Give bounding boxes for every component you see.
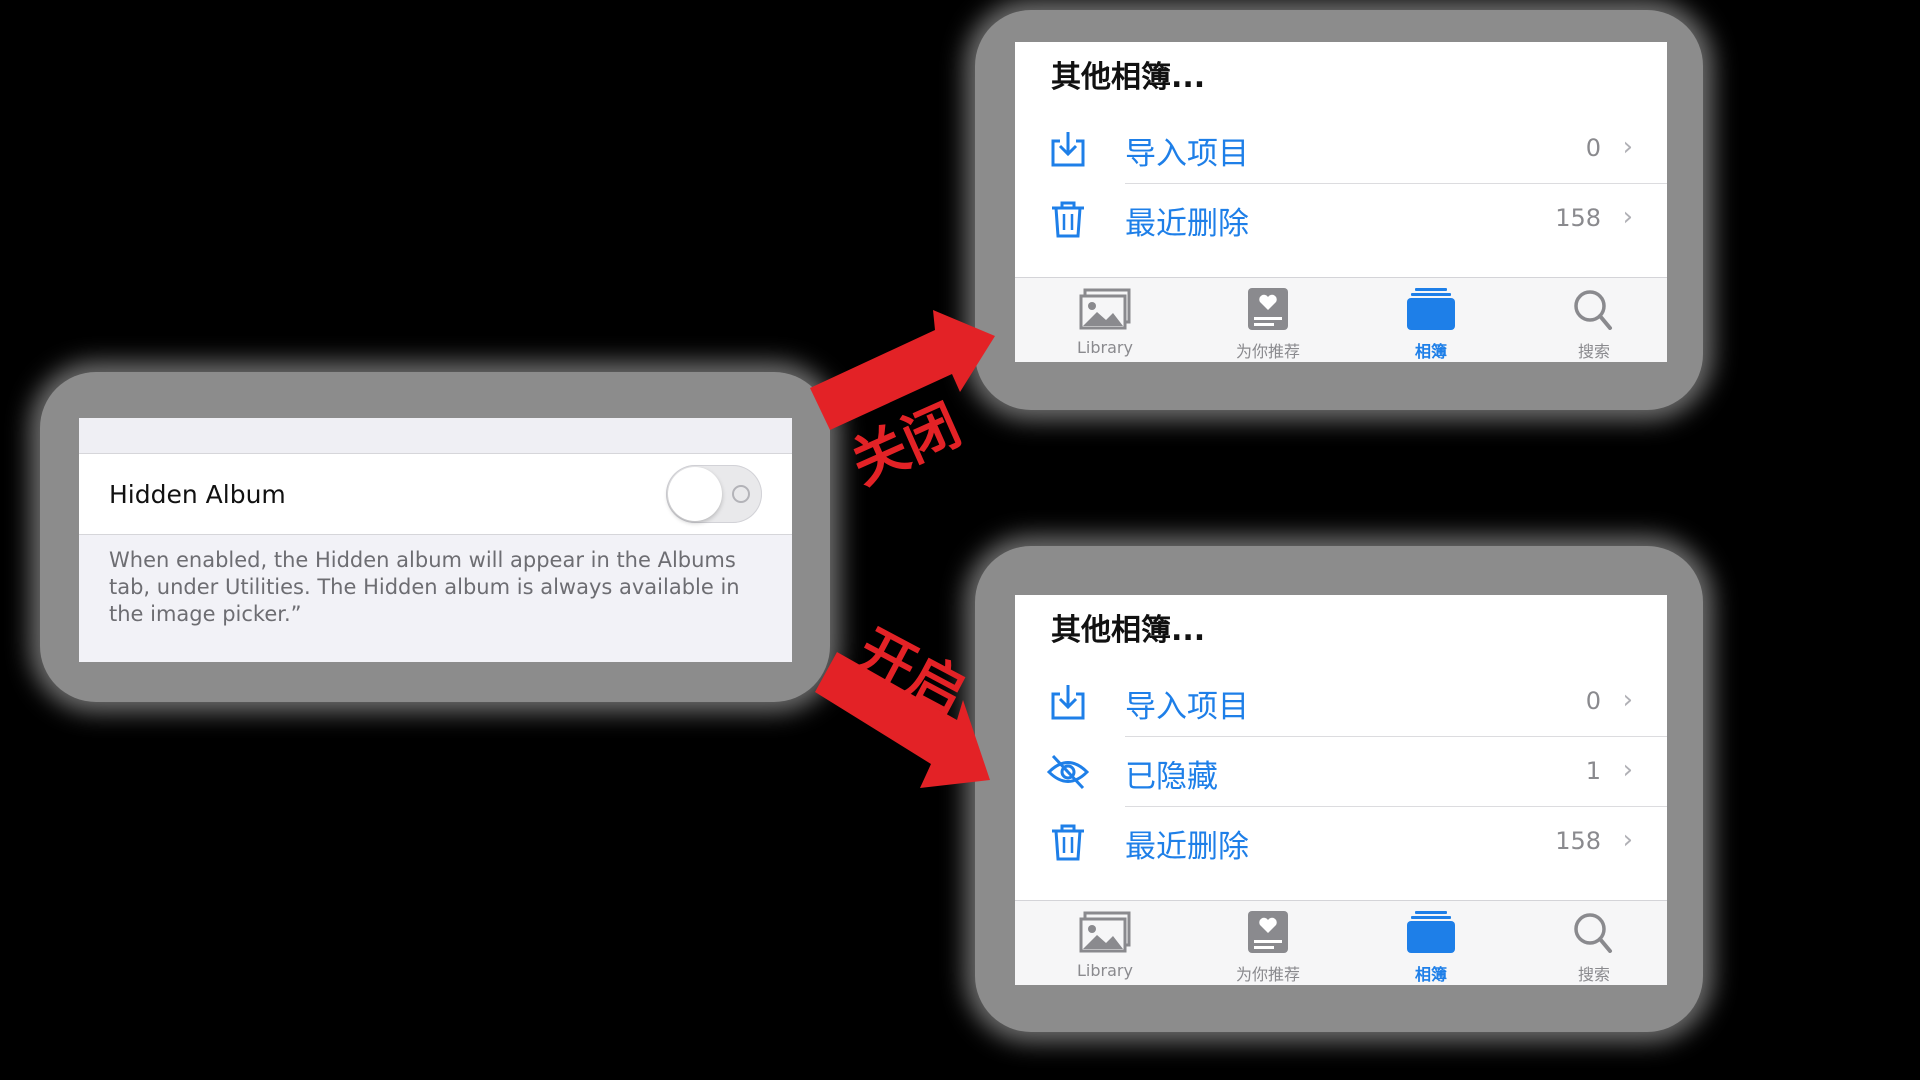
- tab-search[interactable]: 搜索: [1519, 901, 1667, 985]
- album-item-recently-deleted[interactable]: 最近删除 158 ›: [1015, 807, 1667, 877]
- albums-icon: [1407, 911, 1455, 953]
- photos-panel-hidden-off: 其他相簿... 导入项目 0 › 最近删除 158 › Library 为你推荐…: [1015, 42, 1667, 362]
- album-item-label: 最近删除: [1125, 206, 1249, 242]
- tab-label: Library: [1077, 338, 1133, 357]
- tab-label: 为你推荐: [1235, 342, 1300, 361]
- other-albums-title: 其他相簿...: [1051, 613, 1206, 648]
- tab-bar: Library 为你推荐 相簿 搜索: [1015, 277, 1667, 362]
- album-item-count: 158: [1555, 204, 1601, 232]
- search-icon: [1574, 913, 1612, 953]
- settings-panel: Hidden Album When enabled, the Hidden al…: [79, 418, 792, 662]
- tab-for-you[interactable]: 为你推荐: [1193, 901, 1343, 985]
- tab-label: 相簿: [1414, 965, 1447, 984]
- albums-icon: [1407, 288, 1455, 330]
- chevron-right-icon: ›: [1622, 685, 1633, 715]
- for-you-icon: [1248, 288, 1288, 330]
- other-albums-title: 其他相簿...: [1051, 60, 1206, 95]
- tab-search[interactable]: 搜索: [1519, 278, 1667, 362]
- tab-bar: Library 为你推荐 相簿 搜索: [1015, 900, 1667, 985]
- tab-label: 为你推荐: [1235, 965, 1300, 984]
- chevron-right-icon: ›: [1622, 132, 1633, 162]
- for-you-icon: [1248, 911, 1288, 953]
- album-item-count: 158: [1555, 827, 1601, 855]
- hidden-album-toggle[interactable]: [666, 465, 762, 523]
- tab-library[interactable]: Library: [1030, 278, 1180, 362]
- album-item-count: 0: [1585, 134, 1601, 162]
- trash-icon: [1052, 824, 1084, 861]
- toggle-off-indicator-icon: [732, 485, 750, 503]
- album-item-count: 1: [1585, 757, 1601, 785]
- tab-albums[interactable]: 相簿: [1356, 901, 1506, 985]
- trash-icon: [1052, 201, 1084, 238]
- settings-top-gap: [79, 418, 792, 454]
- hidden-album-footer-text: When enabled, the Hidden album will appe…: [109, 548, 740, 626]
- search-icon: [1574, 290, 1612, 330]
- album-item-label: 已隐藏: [1125, 759, 1218, 795]
- toggle-knob: [668, 467, 722, 521]
- album-item-count: 0: [1585, 687, 1601, 715]
- library-icon: [1079, 288, 1131, 330]
- photos-panel-hidden-on: 其他相簿... 导入项目 0 › 已隐藏 1 › 最近删除 158 › Libr…: [1015, 595, 1667, 985]
- album-item-hidden[interactable]: 已隐藏 1 ›: [1015, 737, 1667, 807]
- import-icon: [1051, 685, 1085, 720]
- album-item-import[interactable]: 导入项目 0 ›: [1015, 667, 1667, 737]
- album-item-label: 导入项目: [1125, 689, 1249, 725]
- album-item-recently-deleted[interactable]: 最近删除 158 ›: [1015, 184, 1667, 254]
- import-icon: [1051, 132, 1085, 167]
- album-item-label: 导入项目: [1125, 136, 1249, 172]
- chevron-right-icon: ›: [1622, 202, 1633, 232]
- hidden-album-row[interactable]: Hidden Album: [79, 454, 792, 535]
- album-item-label: 最近删除: [1125, 829, 1249, 865]
- library-icon: [1079, 911, 1131, 953]
- tab-albums[interactable]: 相簿: [1356, 278, 1506, 362]
- tab-for-you[interactable]: 为你推荐: [1193, 278, 1343, 362]
- hidden-eye-icon: [1047, 754, 1089, 790]
- tab-library[interactable]: Library: [1030, 901, 1180, 985]
- tab-label: Library: [1077, 961, 1133, 980]
- tab-label: 搜索: [1577, 965, 1610, 984]
- tab-label: 搜索: [1577, 342, 1610, 361]
- hidden-album-label: Hidden Album: [109, 479, 286, 509]
- tab-label: 相簿: [1414, 342, 1447, 361]
- chevron-right-icon: ›: [1622, 755, 1633, 785]
- chevron-right-icon: ›: [1622, 825, 1633, 855]
- album-item-import[interactable]: 导入项目 0 ›: [1015, 114, 1667, 184]
